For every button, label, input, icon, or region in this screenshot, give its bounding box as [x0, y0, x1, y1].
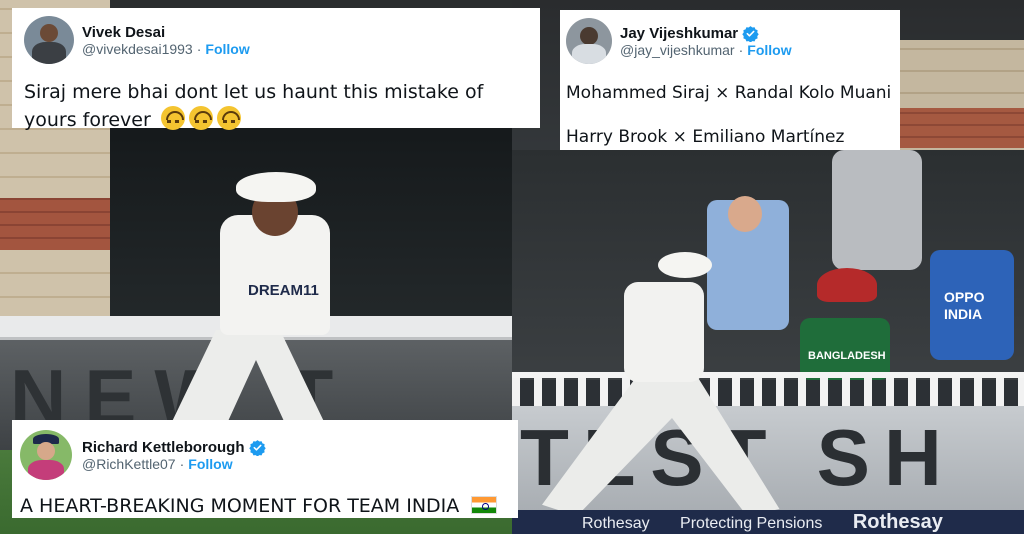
- tweet-header: Jay Vijeshkumar @jay_vijeshkumar · Follo…: [566, 18, 894, 64]
- fan-red-hat: [817, 268, 877, 302]
- tweet-body: Siraj mere bhai dont let us haunt this m…: [24, 81, 484, 131]
- tweet-body: A HEART-BREAKING MOMENT FOR TEAM INDIA: [20, 495, 460, 517]
- tweet-header: Vivek Desai @vivekdesai1993 · Follow: [24, 16, 528, 64]
- upside-down-face-icon: [160, 105, 185, 130]
- tweet-text: Mohammed Siraj × Randal Kolo Muani Harry…: [566, 82, 894, 148]
- tweet-text: Siraj mere bhai dont let us haunt this m…: [24, 80, 528, 133]
- jersey-sponsor: DREAM11: [248, 282, 319, 299]
- handle[interactable]: @RichKettle07: [82, 456, 176, 472]
- india-jersey-text-2: INDIA: [944, 306, 983, 322]
- avatar[interactable]: [566, 18, 612, 64]
- display-name[interactable]: Vivek Desai: [82, 24, 165, 41]
- display-name[interactable]: Richard Kettleborough: [82, 439, 245, 456]
- player-brook: [624, 282, 704, 382]
- tweet-text: A HEART-BREAKING MOMENT FOR TEAM INDIA: [20, 494, 510, 520]
- tweet-card-jay: Jay Vijeshkumar @jay_vijeshkumar · Follo…: [560, 10, 900, 150]
- handle[interactable]: @jay_vijeshkumar: [620, 42, 735, 58]
- tweet-card-vivek: Vivek Desai @vivekdesai1993 · Follow Sir…: [12, 8, 540, 131]
- avatar[interactable]: [20, 430, 72, 480]
- follow-button[interactable]: Follow: [188, 456, 232, 472]
- sponsor-item: Protecting Pensions: [680, 515, 823, 532]
- fan-india-jersey: [930, 250, 1014, 360]
- tweet-header: Richard Kettleborough @RichKettle07 · Fo…: [20, 430, 510, 480]
- brick-stripe: [894, 108, 1024, 148]
- sponsor-item: Rothesay: [852, 511, 943, 533]
- sponsor-strip: Rothesay Protecting Pensions Rothesay: [512, 510, 1024, 534]
- tweet-line-2: Harry Brook × Emiliano Martínez: [566, 127, 845, 148]
- handle[interactable]: @vivekdesai1993: [82, 41, 193, 57]
- follow-button[interactable]: Follow: [747, 42, 791, 58]
- upside-down-face-icon: [216, 105, 241, 130]
- white-picket-railing: [512, 372, 1024, 406]
- follow-button[interactable]: Follow: [205, 41, 249, 57]
- fan-grey-top: [832, 150, 922, 270]
- sun-hat: [658, 252, 712, 278]
- upside-down-face-icon: [188, 105, 213, 130]
- fan-jersey-text: BANGLADESH: [808, 350, 886, 362]
- fan-bangladesh-jersey: [800, 318, 890, 380]
- india-flag-icon: [471, 496, 498, 514]
- tweet-card-richard: Richard Kettleborough @RichKettle07 · Fo…: [12, 420, 518, 518]
- verified-badge-icon: [742, 25, 759, 42]
- separator: ·: [738, 41, 744, 58]
- india-jersey-text-1: OPPO: [944, 289, 985, 305]
- separator: ·: [196, 40, 202, 57]
- tweet-line-1: Mohammed Siraj × Randal Kolo Muani: [566, 83, 892, 103]
- brick-stripe: [0, 198, 110, 250]
- sponsor-item: Rothesay: [582, 515, 650, 532]
- separator: ·: [179, 455, 185, 472]
- verified-badge-icon: [248, 439, 266, 456]
- avatar[interactable]: [24, 16, 74, 64]
- display-name[interactable]: Jay Vijeshkumar: [620, 25, 738, 42]
- fan-head: [728, 196, 762, 232]
- sun-hat: [236, 172, 316, 202]
